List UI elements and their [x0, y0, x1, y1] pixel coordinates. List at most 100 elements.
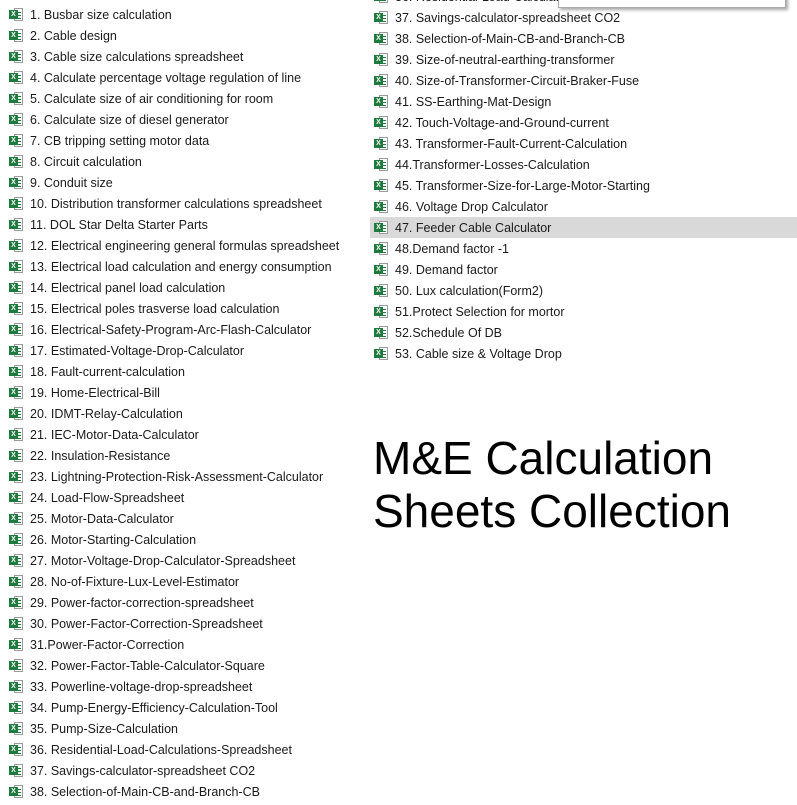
file-item[interactable]: X 37. Savings-calculator-spreadsheet CO2	[370, 7, 797, 28]
file-name: 51.Protect Selection for mortor	[395, 304, 565, 319]
file-item[interactable]: X 37. Savings-calculator-spreadsheet CO2	[0, 760, 365, 781]
file-item[interactable]: X 14. Electrical panel load calculation	[0, 277, 365, 298]
file-item[interactable]: X 3. Cable size calculations spreadsheet	[0, 46, 365, 67]
file-name: 46. Voltage Drop Calculator	[395, 199, 548, 214]
file-item[interactable]: X 43. Transformer-Fault-Current-Calculati…	[370, 133, 797, 154]
excel-file-icon: X	[9, 469, 24, 484]
excel-file-icon: X	[9, 238, 24, 253]
file-item[interactable]: X 33. Powerline-voltage-drop-spreadsheet	[0, 676, 365, 697]
file-item[interactable]: X 42. Touch-Voltage-and-Ground-current	[370, 112, 797, 133]
file-item[interactable]: X 23. Lightning-Protection-Risk-Assessmen…	[0, 466, 365, 487]
file-item[interactable]: X 45. Transformer-Size-for-Large-Motor-St…	[370, 175, 797, 196]
file-name: 42. Touch-Voltage-and-Ground-current	[395, 115, 609, 130]
file-item[interactable]: X 38. Selection-of-Main-CB-and-Branch-CB	[370, 28, 797, 49]
file-name: 35. Pump-Size-Calculation	[30, 721, 178, 736]
excel-file-icon: X	[374, 73, 389, 88]
file-item[interactable]: X 34. Pump-Energy-Efficiency-Calculation-…	[0, 697, 365, 718]
file-item[interactable]: X 25. Motor-Data-Calculator	[0, 508, 365, 529]
excel-file-icon: X	[9, 637, 24, 652]
file-item[interactable]: X 26. Motor-Starting-Calculation	[0, 529, 365, 550]
file-name: 26. Motor-Starting-Calculation	[30, 532, 197, 547]
excel-file-icon: X	[374, 10, 389, 25]
file-name: 37. Savings-calculator-spreadsheet CO2	[395, 10, 621, 25]
file-item[interactable]: X 30. Power-Factor-Correction-Spreadsheet	[0, 613, 365, 634]
file-name: 13. Electrical load calculation and ener…	[30, 259, 332, 274]
file-name: 28. No-of-Fixture-Lux-Level-Estimator	[30, 574, 240, 589]
file-item[interactable]: X 47. Feeder Cable Calculator	[370, 217, 797, 238]
excel-file-icon: X	[9, 742, 24, 757]
file-name: 49. Demand factor	[395, 262, 498, 277]
file-item[interactable]: X 27. Motor-Voltage-Drop-Calculator-Sprea…	[0, 550, 365, 571]
file-item[interactable]: X 28. No-of-Fixture-Lux-Level-Estimator	[0, 571, 365, 592]
file-name: 36. Residential-Load-Calculatio	[395, 0, 569, 4]
file-item[interactable]: X 8. Circuit calculation	[0, 151, 365, 172]
file-item[interactable]: X 18. Fault-current-calculation	[0, 361, 365, 382]
file-item[interactable]: X 32. Power-Factor-Table-Calculator-Squar…	[0, 655, 365, 676]
excel-file-icon: X	[374, 262, 389, 277]
file-name: 24. Load-Flow-Spreadsheet	[30, 490, 185, 505]
file-name: 15. Electrical poles trasverse load calc…	[30, 301, 280, 316]
excel-file-icon: X	[9, 763, 24, 778]
file-item[interactable]: X 20. IDMT-Relay-Calculation	[0, 403, 365, 424]
file-name: 48.Demand factor -1	[395, 241, 509, 256]
file-name: 38. Selection-of-Main-CB-and-Branch-CB	[395, 31, 625, 46]
file-name: 52.Schedule Of DB	[395, 325, 503, 340]
file-name: 50. Lux calculation(Form2)	[395, 283, 543, 298]
file-item[interactable]: X 49. Demand factor	[370, 259, 797, 280]
file-item[interactable]: X 51.Protect Selection for mortor	[370, 301, 797, 322]
file-item[interactable]: X 24. Load-Flow-Spreadsheet	[0, 487, 365, 508]
file-item[interactable]: X 1. Busbar size calculation	[0, 4, 365, 25]
file-item[interactable]: X 4. Calculate percentage voltage regulat…	[0, 67, 365, 88]
excel-file-icon: X	[9, 301, 24, 316]
file-item[interactable]: X 53. Cable size & Voltage Drop	[370, 343, 797, 364]
file-item[interactable]: X 38. Selection-of-Main-CB-and-Branch-CB	[0, 781, 365, 802]
file-item[interactable]: X 5. Calculate size of air conditioning f…	[0, 88, 365, 109]
file-item[interactable]: X 35. Pump-Size-Calculation	[0, 718, 365, 739]
file-item[interactable]: X 21. IEC-Motor-Data-Calculator	[0, 424, 365, 445]
excel-file-icon: X	[374, 157, 389, 172]
file-item[interactable]: X 44.Transformer-Losses-Calculation	[370, 154, 797, 175]
excel-file-icon: X	[374, 52, 389, 67]
excel-file-icon: X	[9, 322, 24, 337]
file-name: 41. SS-Earthing-Mat-Design	[395, 94, 552, 109]
file-item[interactable]: X 48.Demand factor -1	[370, 238, 797, 259]
file-item[interactable]: X 36. Residential-Load-Calculations-Sprea…	[0, 739, 365, 760]
file-item[interactable]: X 46. Voltage Drop Calculator	[370, 196, 797, 217]
file-item[interactable]: X 10. Distribution transformer calculatio…	[0, 193, 365, 214]
file-item[interactable]: X 12. Electrical engineering general form…	[0, 235, 365, 256]
title-line-2: Sheets Collection	[373, 485, 731, 537]
file-item[interactable]: X 9. Conduit size	[0, 172, 365, 193]
file-item[interactable]: X 19. Home-Electrical-Bill	[0, 382, 365, 403]
file-item[interactable]: X 31.Power-Factor-Correction	[0, 634, 365, 655]
file-item[interactable]: X 15. Electrical poles trasverse load cal…	[0, 298, 365, 319]
file-name: 8. Circuit calculation	[30, 154, 142, 169]
file-item[interactable]: X 13. Electrical load calculation and ene…	[0, 256, 365, 277]
file-item[interactable]: X 52.Schedule Of DB	[370, 322, 797, 343]
file-item[interactable]: X 29. Power-factor-correction-spreadsheet	[0, 592, 365, 613]
excel-file-icon: X	[9, 49, 24, 64]
excel-file-icon: X	[9, 658, 24, 673]
file-item[interactable]: X 7. CB tripping setting motor data	[0, 130, 365, 151]
file-item[interactable]: X 50. Lux calculation(Form2)	[370, 280, 797, 301]
file-item[interactable]: X 17. Estimated-Voltage-Drop-Calculator	[0, 340, 365, 361]
file-name: 37. Savings-calculator-spreadsheet CO2	[30, 763, 256, 778]
file-name: 21. IEC-Motor-Data-Calculator	[30, 427, 199, 442]
excel-file-icon: X	[9, 364, 24, 379]
excel-file-icon: X	[9, 553, 24, 568]
file-name: 30. Power-Factor-Correction-Spreadsheet	[30, 616, 263, 631]
file-item[interactable]: X 39. Size-of-neutral-earthing-transforme…	[370, 49, 797, 70]
file-name: 32. Power-Factor-Table-Calculator-Square	[30, 658, 265, 673]
file-name: 1. Busbar size calculation	[30, 7, 172, 22]
file-name: 44.Transformer-Losses-Calculation	[395, 157, 590, 172]
file-item[interactable]: X 40. Size-of-Transformer-Circuit-Braker-…	[370, 70, 797, 91]
file-item[interactable]: X 16. Electrical-Safety-Program-Arc-Flash…	[0, 319, 365, 340]
file-item[interactable]: X 2. Cable design	[0, 25, 365, 46]
excel-file-icon: X	[9, 700, 24, 715]
file-item[interactable]: X 11. DOL Star Delta Starter Parts	[0, 214, 365, 235]
file-name: 7. CB tripping setting motor data	[30, 133, 210, 148]
excel-file-icon: X	[374, 115, 389, 130]
file-name: 9. Conduit size	[30, 175, 113, 190]
file-item[interactable]: X 22. Insulation-Resistance	[0, 445, 365, 466]
file-item[interactable]: X 6. Calculate size of diesel generator	[0, 109, 365, 130]
file-item[interactable]: X 41. SS-Earthing-Mat-Design	[370, 91, 797, 112]
